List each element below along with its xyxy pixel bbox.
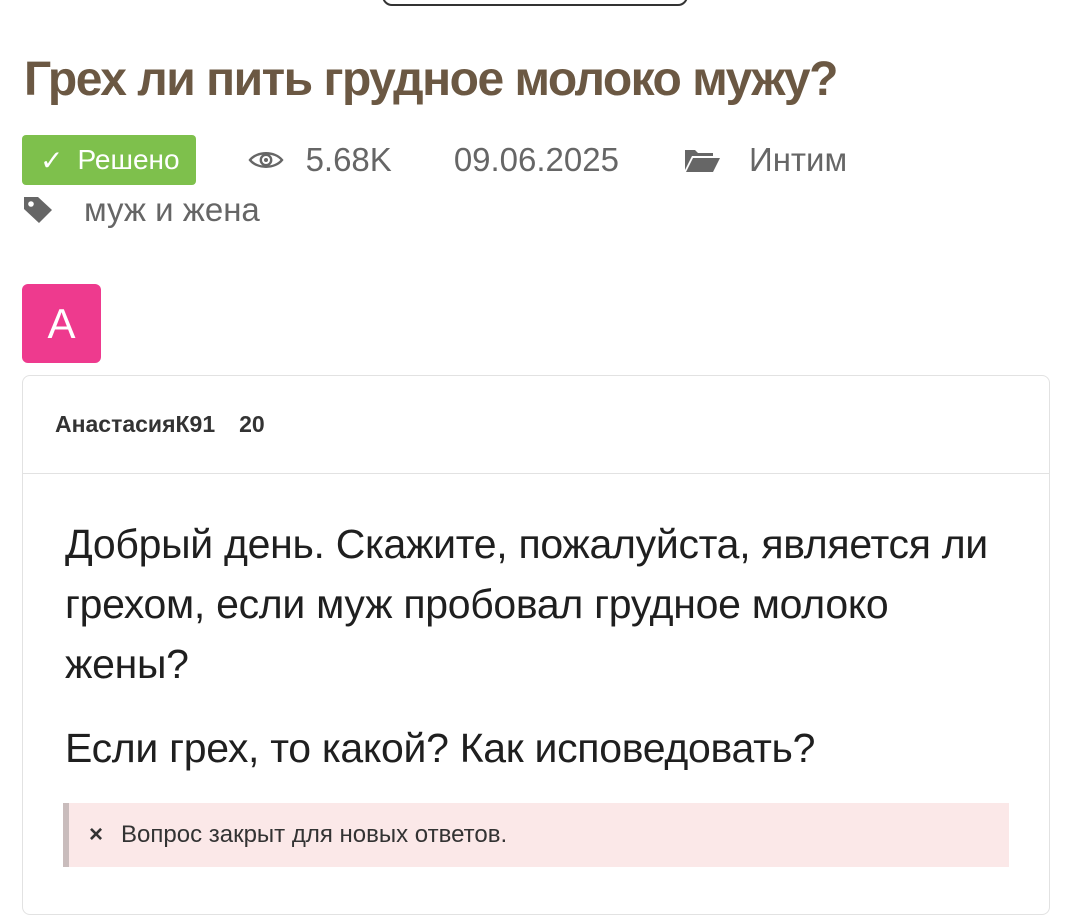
question-title: Грех ли пить грудное молоко мужу? [24, 53, 838, 106]
question-card: АнастасияК91 20 Добрый день. Скажите, по… [22, 375, 1050, 915]
solved-badge-label: Решено [77, 144, 180, 175]
card-header: АнастасияК91 20 [23, 376, 1049, 474]
question-meta: ✓ Решено 5.68K 09.06.2025 Интим [22, 134, 847, 186]
folder-icon [683, 146, 721, 174]
avatar[interactable]: А [22, 284, 101, 363]
category-label[interactable]: Интим [749, 141, 847, 179]
question-date: 09.06.2025 [453, 141, 619, 178]
post-paragraph: Если грех, то какой? Как исповедовать? [65, 725, 816, 771]
eye-icon [248, 149, 284, 171]
author-name[interactable]: АнастасияК91 [55, 411, 215, 438]
top-button-partial[interactable] [382, 0, 688, 6]
closed-notice: × Вопрос закрыт для новых ответов. [63, 803, 1009, 867]
views-count: 5.68K [248, 141, 392, 179]
closed-notice-text: Вопрос закрыт для новых ответов. [121, 821, 508, 848]
check-icon: ✓ [40, 144, 64, 176]
solved-badge: ✓ Решено [22, 135, 196, 185]
post-paragraph: Добрый день. Скажите, пожалуйста, являет… [65, 521, 988, 687]
close-icon: × [89, 821, 104, 848]
question-body: Добрый день. Скажите, пожалуйста, являет… [23, 474, 1049, 778]
tag-icon [22, 195, 54, 225]
tag-link[interactable]: муж и жена [84, 191, 260, 229]
question-category[interactable]: Интим [683, 141, 847, 179]
views-value: 5.68K [305, 141, 392, 178]
question-tags: муж и жена [22, 186, 260, 234]
author-score: 20 [239, 411, 265, 437]
